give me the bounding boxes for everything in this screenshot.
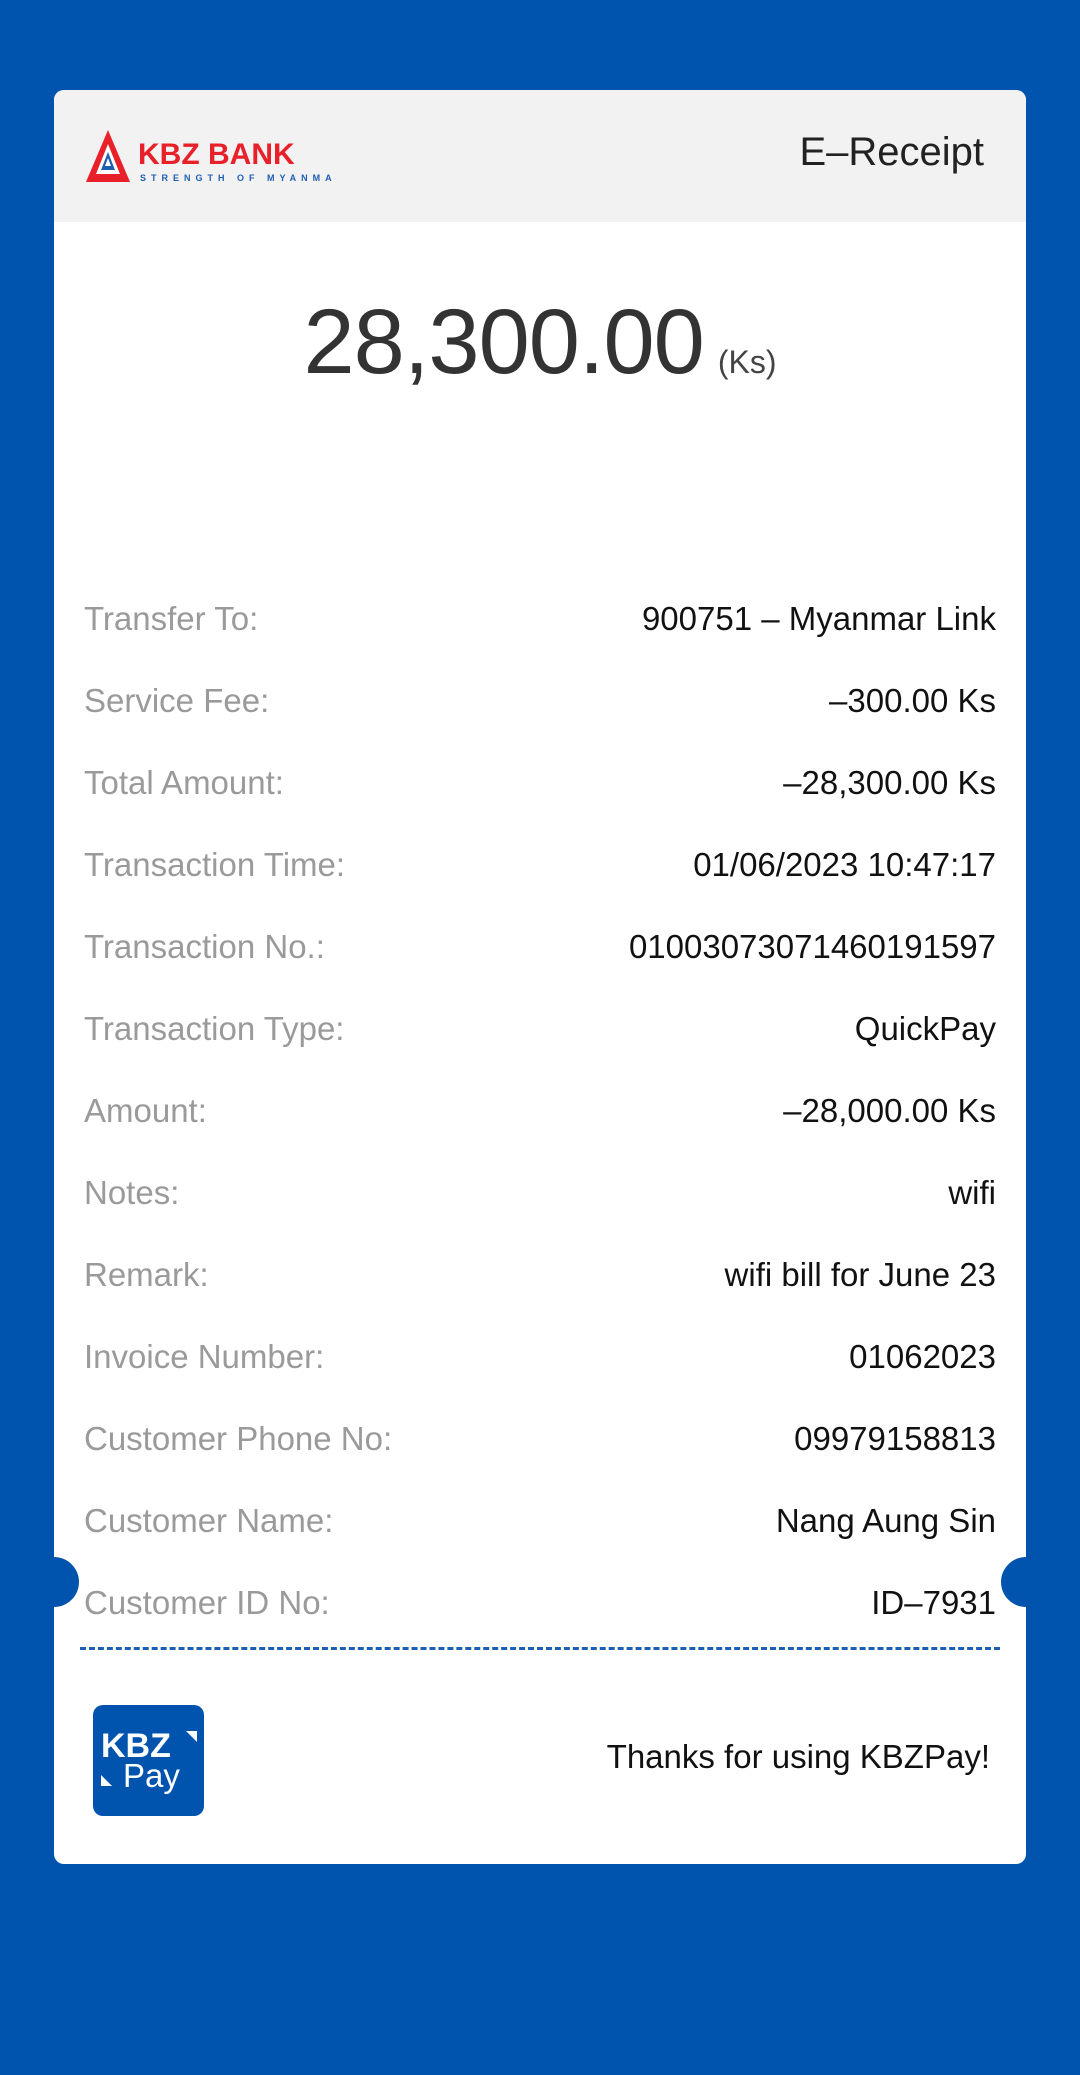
detail-row-transaction-time: Transaction Time: 01/06/2023 10:47:17 [84,846,996,928]
bank-name: KBZ BANK [138,138,295,171]
detail-value: –28,000.00 Ks [783,1092,996,1129]
detail-row-remark: Remark: wifi bill for June 23 [84,1256,996,1338]
detail-label: Invoice Number: [84,1338,325,1375]
thanks-message: Thanks for using KBZPay! [606,1738,990,1775]
detail-label: Customer ID No: [84,1584,330,1621]
amount-value: 28,300.00 [303,291,705,393]
detail-label: Customer Phone No: [84,1420,393,1457]
detail-label: Transaction Type: [84,1010,345,1047]
detail-label: Transfer To: [84,600,259,637]
detail-row-total-amount: Total Amount: –28,300.00 Ks [84,764,996,846]
pay-logo-bottom: Pay [123,1757,180,1794]
detail-value: ID–7931 [871,1584,996,1621]
detail-value: 01/06/2023 10:47:17 [693,846,996,883]
transaction-details: Transfer To: 900751 – Myanmar Link Servi… [84,600,996,1666]
receipt-card: KBZ BANK STRENGTH OF MYANMAR E–Receipt 2… [54,90,1026,1864]
detail-row-customer-id: Customer ID No: ID–7931 [84,1584,996,1666]
detail-label: Service Fee: [84,682,270,719]
detail-row-customer-name: Customer Name: Nang Aung Sin [84,1502,996,1584]
detail-value: 09979158813 [794,1420,996,1457]
detail-row-service-fee: Service Fee: –300.00 Ks [84,682,996,764]
detail-label: Transaction No.: [84,928,325,965]
detail-value: 01062023 [849,1338,996,1375]
amount-currency: (Ks) [717,344,777,380]
detail-row-customer-phone: Customer Phone No: 09979158813 [84,1420,996,1502]
bank-tagline: STRENGTH OF MYANMAR [140,173,334,183]
total-amount-display: 28,300.00 (Ks) [54,290,1026,400]
detail-value: QuickPay [854,1010,996,1047]
detail-row-notes: Notes: wifi [84,1174,996,1256]
detail-value: 01003073071460191597 [628,928,996,965]
detail-row-transaction-type: Transaction Type: QuickPay [84,1010,996,1092]
detail-label: Transaction Time: [84,846,346,883]
detail-value: –28,300.00 Ks [783,764,996,801]
perforation-notch-right [1001,1557,1051,1607]
detail-label: Amount: [84,1092,207,1129]
kbz-bank-logo-icon: KBZ BANK STRENGTH OF MYANMAR [84,128,334,186]
detail-row-invoice-number: Invoice Number: 01062023 [84,1338,996,1420]
detail-row-amount: Amount: –28,000.00 Ks [84,1092,996,1174]
detail-label: Customer Name: [84,1502,334,1539]
detail-row-transaction-no: Transaction No.: 01003073071460191597 [84,928,996,1010]
detail-label: Remark: [84,1256,209,1293]
detail-label: Notes: [84,1174,180,1211]
detail-value: wifi [948,1174,996,1211]
detail-label: Total Amount: [84,764,284,801]
detail-value: 900751 – Myanmar Link [641,600,996,637]
detail-value: wifi bill for June 23 [724,1256,996,1293]
receipt-header: KBZ BANK STRENGTH OF MYANMAR E–Receipt [54,90,1026,222]
perforation-notch-left [29,1557,79,1607]
detail-value: Nang Aung Sin [775,1502,996,1539]
detail-row-transfer-to: Transfer To: 900751 – Myanmar Link [84,600,996,682]
detail-value: –300.00 Ks [829,682,996,719]
kbzpay-logo-icon: KBZ Pay [93,1705,204,1816]
receipt-title: E–Receipt [799,130,984,174]
perforation-divider [80,1647,1000,1650]
